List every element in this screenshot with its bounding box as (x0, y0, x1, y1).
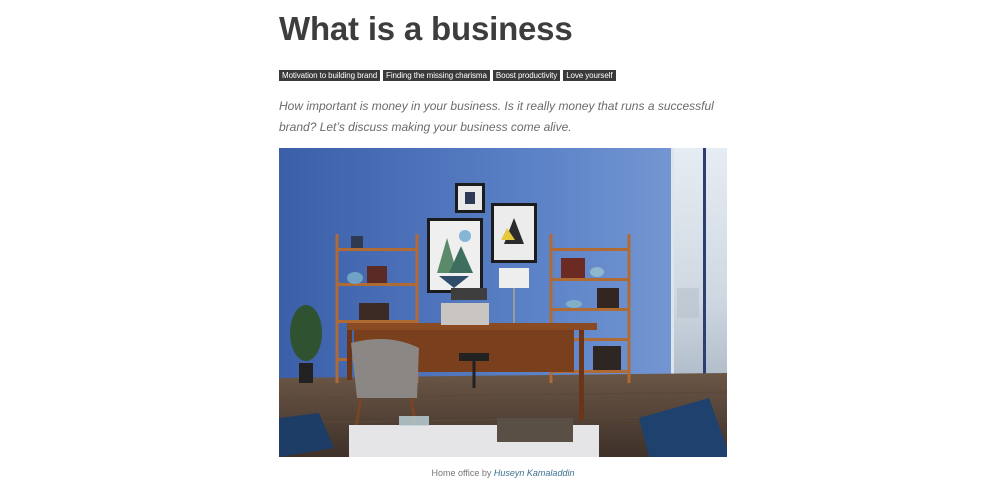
tag-productivity[interactable]: Boost productivity (492, 70, 561, 81)
article-lead: How important is money in your business.… (279, 99, 714, 134)
caption-prefix: Home office by (431, 468, 492, 478)
tag-motivation[interactable]: Motivation to building brand (279, 70, 381, 81)
tag-list: Motivation to building brand Finding the… (279, 70, 616, 81)
page-title: What is a business (279, 10, 573, 47)
image-caption: Home office by Huseyn Kamaladdin (279, 468, 727, 478)
caption-author-link[interactable]: Huseyn Kamaladdin (494, 468, 575, 478)
home-office-image (279, 148, 727, 457)
tag-charisma[interactable]: Finding the missing charisma (383, 70, 490, 81)
tag-love-yourself[interactable]: Love yourself (563, 70, 616, 81)
